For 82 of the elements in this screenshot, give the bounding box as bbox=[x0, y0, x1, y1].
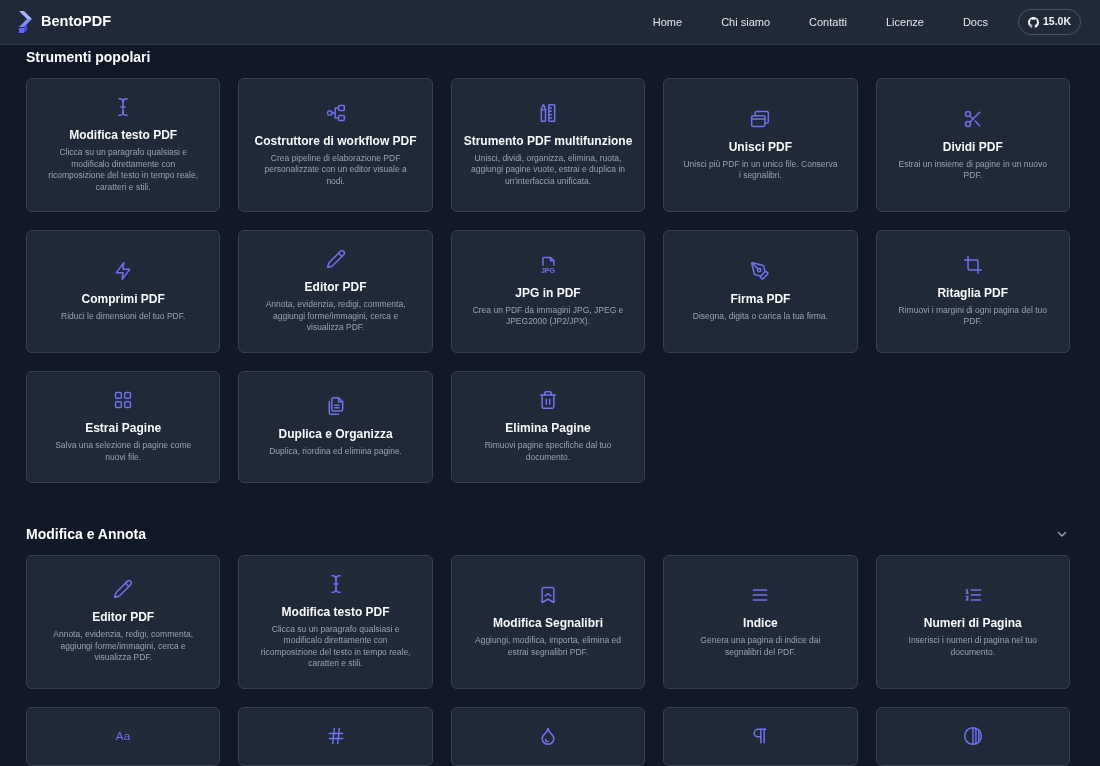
tool-card[interactable] bbox=[238, 706, 433, 766]
tool-card[interactable]: Ritaglia PDF Rimuovi i margini di ogni pagina del tuo PDF. bbox=[875, 230, 1070, 353]
tool-card[interactable]: Numeri di Pagina Inserisci i numeri di pagina nel tuo documento. bbox=[875, 554, 1070, 689]
tool-description: Crea un PDF da immagini JPG, JPEG e JPEG2000 (JP2/JPX). bbox=[471, 304, 625, 328]
pencil-ruler-icon bbox=[538, 102, 558, 123]
tool-description: Disegna, digita o carica la tua firma. bbox=[691, 310, 829, 322]
grid-icon bbox=[113, 390, 134, 410]
tool-title: Indice bbox=[743, 615, 778, 632]
nav-link[interactable]: Chi siamo bbox=[721, 13, 771, 31]
brand-link[interactable]: BentoPDF bbox=[18, 11, 112, 33]
tool-title: Estrai Pagine bbox=[85, 420, 162, 437]
tool-card[interactable]: Duplica e Organizza Duplica, riordina ed elimina pagine. bbox=[238, 370, 433, 483]
tool-title: Unisci PDF bbox=[728, 138, 793, 156]
tool-title: JPG in PDF bbox=[515, 284, 581, 302]
text-case-icon: Aa bbox=[113, 726, 134, 747]
tool-description: Annota, evidenzia, redigi, commenta, aggiungi forme/immagini, cerca e visualizza PDF. bbox=[264, 299, 407, 334]
tool-title: Costruttore di workflow PDF bbox=[254, 132, 417, 150]
tool-description: Estrai un insieme di pagine in un nuovo PDF. bbox=[897, 158, 1048, 182]
tool-title: Modifica testo PDF bbox=[281, 603, 390, 621]
tool-card[interactable]: Unisci PDF Unisci più PDF in un unico file. Conserva i segnalibri. bbox=[663, 78, 858, 212]
tool-description: Clicca su un paragrafo qualsiasi e modificalo direttamente con ricomposizione del testo in tempo reale, caratteri e stili. bbox=[259, 623, 412, 670]
crop-icon bbox=[962, 254, 983, 275]
tool-title: Comprimi PDF bbox=[81, 290, 165, 308]
tool-card[interactable]: Modifica testo PDF Clicca su un paragrafo qualsiasi e modificalo direttamente con ricomposizione del testo in tempo reale, caratteri e stili. bbox=[238, 554, 433, 689]
tool-title: Duplica e Organizza bbox=[278, 425, 393, 443]
tool-card[interactable]: Indice Genera una pagina di indice dai segnalibri del PDF. bbox=[663, 554, 858, 689]
tool-card[interactable]: Comprimi PDF Riduci le dimensioni del tuo PDF. bbox=[26, 230, 221, 353]
tool-title: Editor PDF bbox=[92, 609, 155, 627]
tool-description: Riduci le dimensioni del tuo PDF. bbox=[60, 310, 187, 322]
tool-description: Inserisci i numeri di pagina nel tuo documento. bbox=[907, 635, 1039, 658]
tool-card[interactable]: Strumento PDF multifunzione Unisci, dividi, organizza, elimina, ruota, aggiungi pagine vuote, estrai e duplica in un'interfaccia unificata. bbox=[450, 78, 646, 212]
flowchart-icon bbox=[325, 102, 346, 123]
stacked-windows-icon bbox=[750, 108, 771, 129]
tool-title: Elimina Pagine bbox=[505, 420, 591, 437]
droplet-icon bbox=[538, 726, 558, 747]
tool-card[interactable]: Elimina Pagine Rimuovi pagine specifiche dal tuo documento. bbox=[450, 370, 646, 483]
tool-description: Rimuovi pagine specifiche dal tuo documento. bbox=[483, 440, 613, 463]
scissors-icon bbox=[962, 108, 983, 129]
tool-description: Genera una pagina di indice dai segnalibri del PDF. bbox=[699, 635, 822, 658]
tool-description: Crea pipeline di elaborazione PDF personalizzate con un editor visuale a nodi. bbox=[263, 152, 408, 188]
tool-title: Modifica Segnalibri bbox=[493, 615, 603, 632]
tool-description: Rimuovi i margini di ogni pagina del tuo PDF. bbox=[897, 304, 1048, 328]
contrast-icon bbox=[962, 726, 983, 747]
tool-description: Clicca su un paragrafo qualsiasi e modificalo direttamente con ricomposizione del testo in tempo reale, caratteri e stili. bbox=[47, 147, 200, 193]
tool-card[interactable] bbox=[663, 706, 858, 766]
tool-card[interactable]: Costruttore di workflow PDF Crea pipeline di elaborazione PDF personalizzate con un editor visuale a nodi. bbox=[238, 78, 433, 212]
tool-description: Annota, evidenzia, redigi, commenta, aggiungi forme/immagini, cerca e visualizza PDF. bbox=[52, 629, 195, 664]
bookmark-icon bbox=[538, 585, 558, 605]
pencil-icon bbox=[113, 579, 134, 600]
tool-title: Numeri di Pagina bbox=[923, 615, 1022, 632]
tool-description: Salva una selezione di pagine come nuovi file. bbox=[54, 440, 193, 463]
tool-card[interactable] bbox=[450, 706, 646, 766]
tool-title: Firma PDF bbox=[730, 290, 791, 308]
nav-link[interactable]: Docs bbox=[962, 13, 988, 31]
trash-icon bbox=[538, 390, 558, 410]
tool-card[interactable]: Modifica testo PDF Clicca su un paragrafo qualsiasi e modificalo direttamente con ricomposizione del testo in tempo reale, caratteri e stili. bbox=[26, 78, 221, 212]
logo-icon bbox=[18, 11, 33, 33]
tool-card[interactable]: Firma PDF Disegna, digita o carica la tua firma. bbox=[663, 230, 858, 353]
tool-card[interactable]: Editor PDF Annota, evidenzia, redigi, commenta, aggiungi forme/immagini, cerca e visualizza PDF. bbox=[238, 230, 433, 353]
tool-description: Duplica, riordina ed elimina pagine. bbox=[268, 445, 403, 458]
tool-description: Unisci più PDF in un unico file. Conserva i segnalibri. bbox=[682, 158, 839, 182]
tool-title: Modifica testo PDF bbox=[69, 127, 178, 144]
tool-title: Dividi PDF bbox=[942, 138, 1003, 156]
tool-card[interactable] bbox=[875, 706, 1070, 766]
tool-card[interactable]: Estrai Pagine Salva una selezione di pagine come nuovi file. bbox=[26, 370, 221, 483]
tool-description: Unisci, dividi, organizza, elimina, ruota, aggiungi pagine vuote, estrai e duplica in un'interfaccia unificata. bbox=[469, 152, 626, 188]
section-title: Strumenti popolari bbox=[26, 48, 151, 66]
pen-nib-icon bbox=[750, 260, 771, 281]
tool-card[interactable]: Editor PDF Annota, evidenzia, redigi, commenta, aggiungi forme/immagini, cerca e visualizza PDF. bbox=[26, 554, 221, 689]
tool-title: Strumento PDF multifunzione bbox=[463, 132, 633, 150]
nav-link[interactable]: Licenze bbox=[886, 13, 924, 31]
nav-link[interactable]: Home bbox=[652, 13, 683, 31]
nav-link[interactable]: Contatti bbox=[809, 13, 847, 31]
tool-card[interactable]: Modifica Segnalibri Aggiungi, modifica, importa, elimina ed estrai segnalibri PDF. bbox=[450, 554, 646, 689]
tool-card[interactable]: Dividi PDF Estrai un insieme di pagine in un nuovo PDF. bbox=[875, 78, 1070, 212]
tool-title: Editor PDF bbox=[304, 279, 367, 296]
pencil-icon bbox=[325, 249, 346, 269]
tool-description: Aggiungi, modifica, importa, elimina ed estrai segnalibri PDF. bbox=[474, 635, 622, 658]
section-title: Modifica e Annota bbox=[26, 524, 147, 543]
tool-card[interactable]: Aa bbox=[26, 706, 221, 766]
tool-title: Ritaglia PDF bbox=[937, 284, 1009, 302]
github-icon bbox=[1027, 16, 1039, 28]
